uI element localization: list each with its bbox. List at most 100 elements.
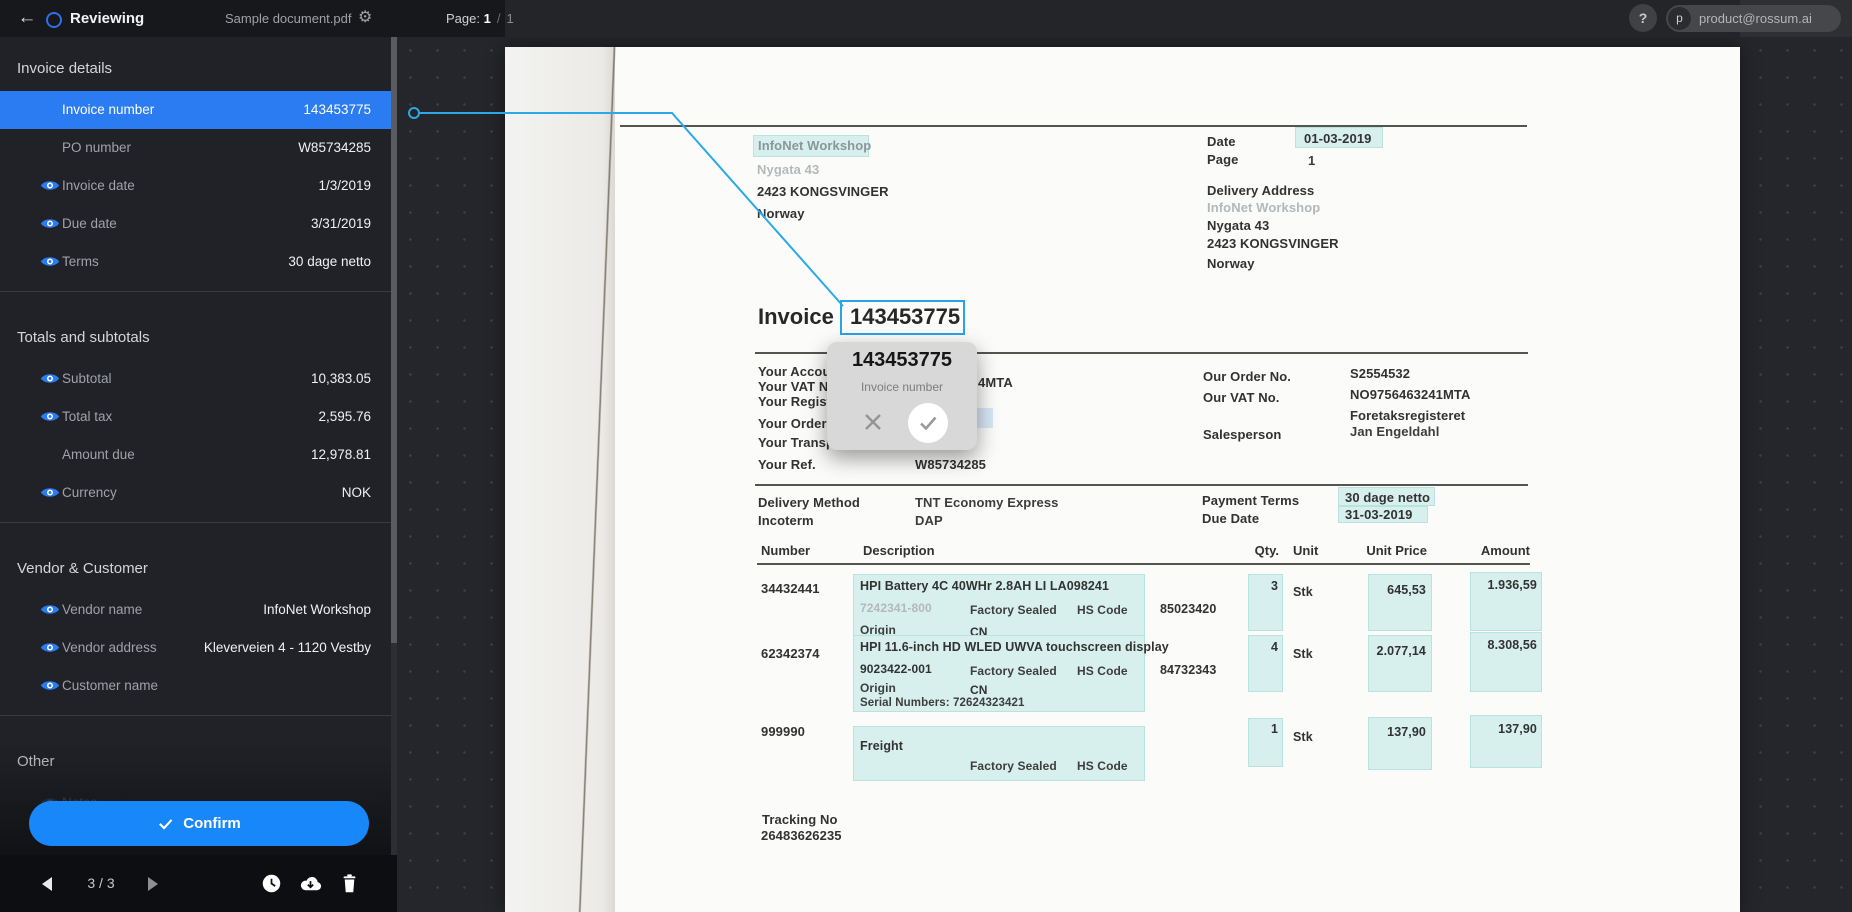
eye-icon[interactable] — [40, 178, 60, 193]
th-unit-price: Unit Price — [1347, 543, 1427, 558]
your-column-label: Your Registr — [758, 394, 836, 409]
field-row-total-tax[interactable]: Total tax2,595.76 — [0, 398, 391, 436]
doc-sender-line4: Norway — [757, 206, 805, 221]
prev-document-icon[interactable] — [34, 855, 60, 912]
payment-terms-label: Payment Terms — [1202, 493, 1299, 508]
field-label: Amount due — [62, 436, 135, 474]
gear-icon[interactable]: ⚙ — [358, 0, 372, 37]
item-number: 34432441 — [761, 581, 820, 596]
field-label: Due date — [62, 205, 117, 243]
amount-value: 137,90 — [1453, 722, 1537, 736]
qty-value: 1 — [1248, 722, 1278, 736]
sidebar-scrollbar — [391, 37, 397, 912]
qty-value: 4 — [1248, 640, 1278, 654]
eye-icon[interactable] — [40, 409, 60, 424]
history-icon[interactable] — [258, 855, 284, 912]
th-unit: Unit — [1293, 543, 1318, 558]
confirm-value-icon[interactable] — [908, 403, 948, 443]
status-ring-icon — [46, 12, 62, 28]
next-document-icon[interactable] — [140, 855, 166, 912]
field-row-vendor-address[interactable]: Vendor addressKleverveien 4 - 1120 Vestb… — [0, 629, 391, 667]
field-row-terms[interactable]: Terms30 dage netto — [0, 243, 391, 281]
field-row-due-date[interactable]: Due date 3/31/2019 — [0, 205, 391, 243]
field-value: 12,978.81 — [311, 436, 371, 474]
section-title: Other — [17, 752, 391, 772]
item-description: HPI Battery 4C 40WHr 2.8AH LI LA098241 — [860, 579, 1109, 593]
origin-value: CN — [970, 683, 988, 697]
field-row-subtotal[interactable]: Subtotal10,383.05 — [0, 360, 391, 398]
hs-code-label: HS Code — [1077, 759, 1128, 773]
field-row-customer-name[interactable]: Customer name — [0, 667, 391, 705]
reject-value-icon[interactable] — [859, 408, 887, 436]
eye-icon[interactable] — [40, 254, 60, 269]
fields-sidebar: Invoice details Invoice number 143453775PO… — [0, 37, 397, 912]
invoice-number-selection-box[interactable] — [840, 300, 965, 335]
factory-sealed-label: Factory Sealed — [970, 759, 1057, 773]
tracking-label: Tracking No — [762, 812, 838, 827]
screen-title: Reviewing — [70, 0, 144, 37]
our-order-label: Our Order No. — [1203, 369, 1291, 384]
due-date-label: Due Date — [1202, 511, 1259, 526]
eye-icon[interactable] — [40, 640, 60, 655]
field-row-currency[interactable]: CurrencyNOK — [0, 474, 391, 512]
hs-code-label: HS Code — [1077, 664, 1128, 678]
delivery-address-line: 2423 KONGSVINGER — [1207, 236, 1339, 251]
salesperson-label: Salesperson — [1203, 427, 1281, 442]
item-description: HPI 11.6-inch HD WLED UWVA touchscreen d… — [860, 640, 1169, 654]
field-row-invoice-number[interactable]: Invoice number 143453775 — [0, 91, 391, 129]
hs-code-value: 84732343 — [1160, 663, 1216, 677]
th-amount: Amount — [1450, 543, 1530, 558]
eye-icon[interactable] — [40, 216, 60, 231]
invoice-title-word: Invoice — [758, 304, 834, 330]
sidebar-scrollbar-thumb[interactable] — [391, 37, 397, 643]
doc-rule-top — [620, 125, 1527, 127]
amount-value: 8.308,56 — [1453, 638, 1537, 652]
field-row-po-number[interactable]: PO numberW85734285 — [0, 129, 391, 167]
th-description: Description — [863, 543, 935, 558]
invoice-page[interactable]: InfoNet Workshop Nygata 43 2423 KONGSVIN… — [505, 47, 1740, 912]
field-value: Kleverveien 4 - 1120 Vestby — [204, 629, 371, 667]
field-value: 143453775 — [303, 91, 371, 129]
field-row-vendor-name[interactable]: Vendor name InfoNet Workshop — [0, 591, 391, 629]
doc-date-value: 01-03-2019 — [1304, 131, 1372, 146]
field-label: Vendor name — [62, 591, 142, 629]
th-number: Number — [761, 543, 810, 558]
section-title: Invoice details — [17, 59, 391, 79]
item-description: Freight — [860, 739, 903, 753]
doc-page-label: Page — [1207, 152, 1238, 167]
eye-icon[interactable] — [40, 485, 60, 500]
avatar: p — [1668, 7, 1691, 30]
unit-value: Stk — [1293, 647, 1313, 661]
delete-icon[interactable] — [336, 855, 362, 912]
field-value: 2,595.76 — [318, 398, 371, 436]
field-value: 10,383.05 — [311, 360, 371, 398]
doc-sender-name: InfoNet Workshop — [758, 138, 871, 153]
eye-icon[interactable] — [40, 371, 60, 386]
eye-icon[interactable] — [40, 602, 60, 617]
field-label: Invoice number — [62, 91, 154, 129]
download-icon[interactable] — [297, 855, 323, 912]
field-value-popup: 143453775 Invoice number — [827, 342, 977, 450]
sidebar-section: Totals and subtotals Subtotal10,383.05Tot… — [0, 292, 391, 523]
hs-code-value: 85023420 — [1160, 602, 1216, 616]
hs-code-label: HS Code — [1077, 603, 1128, 617]
unit-price-value: 137,90 — [1348, 725, 1426, 739]
payment-terms-value: 30 dage netto — [1345, 490, 1430, 505]
field-row-amount-due[interactable]: Amount due 12,978.81 — [0, 436, 391, 474]
serial-numbers: Serial Numbers: 72624323421 — [860, 697, 1024, 709]
field-label: Terms — [62, 243, 99, 281]
your-column-label: Your Order — [758, 416, 827, 431]
confirm-button[interactable]: Confirm — [29, 801, 369, 846]
back-icon[interactable]: ← — [14, 5, 40, 31]
field-label: Currency — [62, 474, 117, 512]
user-menu[interactable]: p product@rossum.ai — [1666, 5, 1841, 32]
unit-value: Stk — [1293, 730, 1313, 744]
help-icon[interactable]: ? — [1629, 4, 1657, 32]
field-row-invoice-date[interactable]: Invoice date1/3/2019 — [0, 167, 391, 205]
eye-icon[interactable] — [40, 678, 60, 693]
item-part-number: 9023422-001 — [860, 662, 932, 676]
field-value: 3/31/2019 — [311, 205, 371, 243]
section-title: Totals and subtotals — [17, 328, 391, 348]
doc-page-value: 1 — [1308, 153, 1315, 168]
field-value: InfoNet Workshop — [263, 591, 371, 629]
